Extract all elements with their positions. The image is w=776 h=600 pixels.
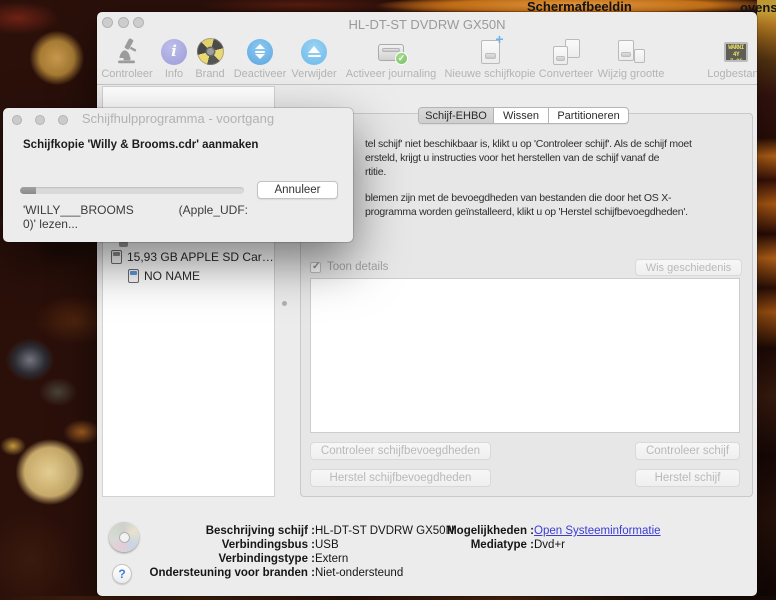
pane-splitter-handle[interactable] — [282, 301, 287, 306]
toolbar-button-journaling[interactable]: Activeer journaling — [336, 36, 446, 82]
info-label: Beschrijving schijf — [115, 525, 315, 537]
log-icon-text: WARNI — [726, 44, 746, 51]
window-title: HL-DT-ST DVDRW GX50N — [97, 12, 757, 38]
microscope-icon — [116, 36, 138, 67]
info-value: HL-DT-ST DVDRW GX50N — [315, 525, 454, 537]
toolbar-button-log[interactable]: WARNI 4Y 7:06 Logbestand — [701, 36, 757, 82]
toolbar-label: Nieuwe schijfkopie — [444, 68, 535, 80]
text-line: tel schijf' niet beschikbaar is, klikt u… — [365, 137, 692, 151]
text-line: programma worden geïnstalleerd, klikt u … — [365, 205, 688, 219]
log-icon-text: 4Y 7:06 — [726, 51, 746, 60]
toolbar-separator — [97, 84, 757, 85]
progress-bar — [20, 187, 244, 194]
progress-dialog-window: Schijfhulpprogramma - voortgang Schijfko… — [3, 108, 353, 242]
toolbar-label: Converteer — [539, 68, 593, 80]
text-line: ersteld, krijgt u instructies voor het h… — [365, 151, 692, 165]
repair-disk-button[interactable]: Herstel schijf — [635, 469, 740, 487]
new-disk-image-icon — [481, 36, 500, 67]
progress-task-label: Schijfkopie 'Willy & Brooms.cdr' aanmake… — [23, 139, 258, 151]
resize-icon — [618, 36, 645, 67]
volume-icon — [128, 269, 139, 283]
show-details-checkbox[interactable] — [310, 262, 321, 273]
info-row-connection-bus: Verbindingsbus USB — [115, 539, 339, 551]
info-value: USB — [315, 539, 339, 551]
details-output-area[interactable] — [310, 278, 740, 433]
first-aid-description-paragraph-1: tel schijf' niet beschikbaar is, klikt u… — [365, 137, 692, 179]
repair-permissions-button[interactable]: Herstel schijfbevoegdheden — [310, 469, 491, 487]
burn-icon — [197, 36, 224, 67]
info-row-description: Beschrijving schijf HL-DT-ST DVDRW GX50N — [115, 525, 454, 537]
sidebar-item-no-name-volume[interactable]: NO NAME — [128, 269, 200, 283]
text-line: blemen zijn met de bevoegdheden van best… — [365, 191, 688, 205]
toolbar-button-verify[interactable]: Controleer — [97, 36, 162, 82]
sidebar-item-label: NO NAME — [144, 269, 200, 283]
info-icon — [161, 36, 187, 67]
info-label: Verbindingsbus — [115, 539, 315, 551]
enable-journaling-icon — [378, 36, 404, 67]
show-details-label: Toon details — [327, 261, 388, 273]
info-value: Niet-ondersteund — [315, 567, 403, 579]
text-line: rtitie. — [365, 165, 692, 179]
progress-status-line-1: 'WILLY___BROOMS (Apple_UDF: — [23, 203, 248, 217]
desktop-painting-bottom-strip — [0, 596, 776, 600]
progress-status-line-2: 0)' lezen... — [23, 217, 78, 231]
toolbar-button-new-image[interactable]: Nieuwe schijfkopie — [434, 36, 546, 82]
clear-history-button[interactable]: Wis geschiedenis — [635, 259, 742, 276]
open-system-information-link[interactable]: Open Systeeminformatie — [534, 525, 661, 537]
info-row-media-type: Mediatype Dvd+r — [447, 539, 565, 551]
info-label: Mogelijkheden — [447, 525, 534, 537]
status-volume-name: 'WILLY___BROOMS — [23, 203, 134, 217]
progress-fill — [20, 187, 36, 194]
info-row-capabilities: Mogelijkheden Open Systeeminformatie — [447, 525, 661, 537]
toolbar-label: Deactiveer — [234, 68, 287, 80]
sidebar-item-label: 15,93 GB APPLE SD Car… — [127, 250, 274, 264]
log-file-icon: WARNI 4Y 7:06 — [724, 36, 748, 67]
tab-first-aid[interactable]: Schijf-EHBO — [419, 108, 493, 123]
check-badge-icon — [395, 52, 408, 65]
info-label: Mediatype — [447, 539, 534, 551]
sd-card-icon — [111, 250, 122, 264]
verify-permissions-button[interactable]: Controleer schijfbevoegdheden — [310, 442, 491, 460]
tab-bar: Schijf-EHBO Wissen Partitioneren — [418, 107, 629, 124]
plus-badge-icon — [494, 34, 506, 46]
toolbar-label: Wijzig grootte — [598, 68, 665, 80]
info-value: Extern — [315, 553, 348, 565]
tab-erase[interactable]: Wissen — [493, 108, 548, 123]
tab-partition[interactable]: Partitioneren — [548, 108, 628, 123]
window-titlebar[interactable]: HL-DT-ST DVDRW GX50N — [97, 12, 757, 38]
info-row-burn-support: Ondersteuning voor branden Niet-onderste… — [115, 567, 403, 579]
toolbar-label: Verwijder — [291, 68, 336, 80]
info-label: Ondersteuning voor branden — [115, 567, 315, 579]
eject-icon — [301, 36, 327, 67]
verify-disk-button[interactable]: Controleer schijf — [635, 442, 740, 460]
toolbar-label: Brand — [195, 68, 224, 80]
desktop-painting-right-strip — [757, 0, 776, 600]
dialog-title: Schijfhulpprogramma - voortgang — [3, 111, 353, 126]
toolbar-label: Info — [165, 68, 183, 80]
unmount-icon — [247, 36, 273, 67]
info-label: Verbindingstype — [115, 553, 315, 565]
sidebar-item-sd-card[interactable]: 15,93 GB APPLE SD Car… — [111, 250, 274, 264]
toolbar-label: Controleer — [101, 68, 152, 80]
disk-utility-window: HL-DT-ST DVDRW GX50N Controleer Info Bra… — [97, 12, 757, 596]
toolbar-label: Logbestand — [707, 68, 757, 80]
toolbar-button-resize[interactable]: Wijzig grootte — [589, 36, 673, 82]
first-aid-description-paragraph-2: blemen zijn met de bevoegdheden van best… — [365, 191, 688, 219]
desktop-background: Schermafbeeldin ovensch HL-DT-ST DVDRW G… — [0, 0, 776, 600]
info-row-connection-type: Verbindingstype Extern — [115, 553, 348, 565]
status-volume-format: (Apple_UDF: — [179, 203, 248, 217]
convert-icon — [553, 36, 580, 67]
toolbar-label: Activeer journaling — [346, 68, 437, 80]
cancel-button[interactable]: Annuleer — [257, 181, 338, 199]
info-value: Dvd+r — [534, 539, 565, 551]
